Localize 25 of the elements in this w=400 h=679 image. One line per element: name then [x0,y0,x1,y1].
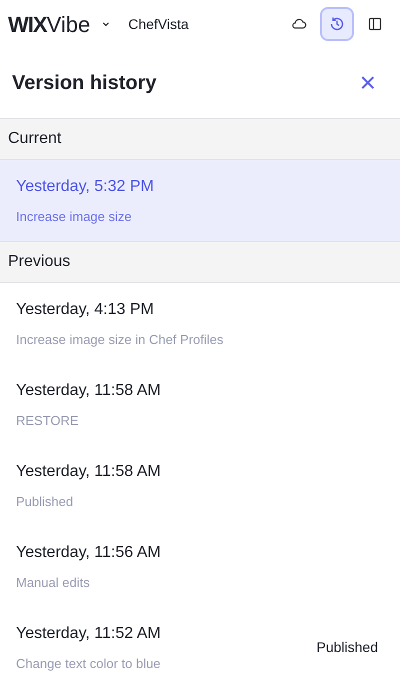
version-time: Yesterday, 11:56 AM [16,542,161,563]
close-button[interactable]: × [360,69,388,97]
logo-text: WIX [8,10,47,38]
logo-text: Vibe [46,10,90,38]
version-note: RESTORE [16,412,80,430]
version-time: Yesterday, 5:32 PM [16,176,154,197]
version-time: Yesterday, 4:13 PM [16,300,155,320]
project-name[interactable]: ChefVista [128,14,189,34]
version-time: Yesterday, 11:58 AM [16,462,161,482]
caret-icon[interactable]: ⌄ [100,14,112,28]
version-time: Yesterday, 11:52 AM [16,624,161,644]
version-time: Yesterday, 11:58 AM [16,380,161,401]
version-note: Increase image size in Chef Profiles [16,330,224,349]
version-item[interactable]: Yesterday, 5:32 PM Increase image size [0,160,400,241]
history-icon [328,15,346,33]
section-header: Current [8,129,62,149]
history-button[interactable] [320,7,354,41]
version-note: Published [16,492,74,511]
version-note: Manual edits [16,574,91,592]
panel-title: Version history [12,71,156,96]
version-note: Change text color to blue [16,654,161,673]
status-label: Published [316,638,378,657]
version-note: Increase image size [16,208,133,226]
section-header: Previous [8,252,70,272]
side-panel-icon [367,16,383,32]
